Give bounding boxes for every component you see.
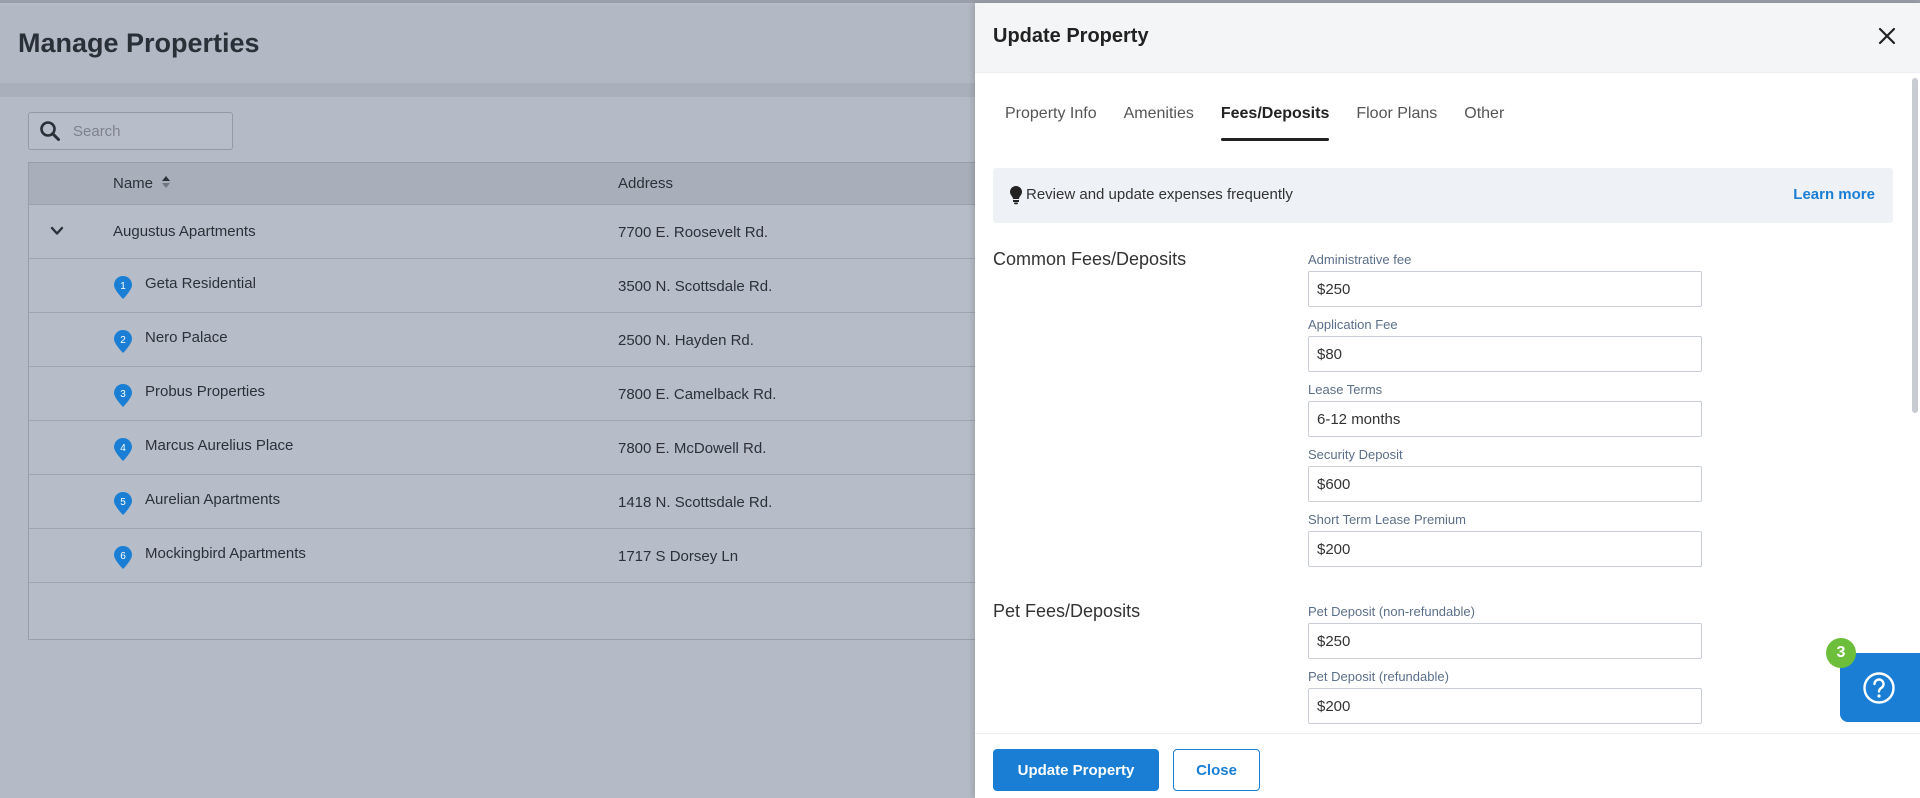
chevron-down-icon[interactable] [49,223,65,239]
close-icon[interactable] [1876,25,1898,47]
search-input[interactable] [73,122,223,140]
pin-number: 3 [120,389,126,400]
pin-number: 4 [120,443,126,454]
question-icon [1862,671,1896,705]
table-row[interactable]: 6 Mockingbird Apartments 1717 S Dorsey L… [29,529,1029,583]
row-address: 1717 S Dorsey Ln [618,548,739,565]
learn-more-link[interactable]: Learn more [1793,186,1875,203]
row-name: Augustus Apartments [113,223,256,240]
map-pin-icon: 1 [113,276,133,300]
drawer-tabs: Property Info Amenities Fees/Deposits Fl… [1005,105,1504,145]
table-row[interactable]: 1 Geta Residential 3500 N. Scottsdale Rd… [29,259,1029,313]
tab-fees-deposits[interactable]: Fees/Deposits [1220,105,1330,141]
notice-text: Review and update expenses frequently [1026,186,1293,203]
drawer-header: Update Property [975,3,1920,73]
column-header-address[interactable]: Address [618,175,673,192]
map-pin-icon: 2 [113,330,133,354]
map-pin-icon: 6 [113,546,133,570]
row-name: Geta Residential [145,275,256,292]
row-address: 7800 E. Camelback Rd. [618,386,777,403]
field-label: Administrative fee [1308,252,1412,267]
field-label: Short Term Lease Premium [1308,512,1466,527]
lightbulb-icon [1009,185,1023,205]
drawer-title: Update Property [993,25,1149,47]
tab-floor-plans[interactable]: Floor Plans [1356,105,1437,141]
row-name: Mockingbird Apartments [145,545,306,562]
table-header: Name Address [29,163,1027,205]
section-title-pet: Pet Fees/Deposits [993,601,1141,621]
help-button[interactable] [1840,653,1920,722]
pin-number: 2 [120,335,126,346]
row-address: 2500 N. Hayden Rd. [618,332,754,349]
tab-amenities[interactable]: Amenities [1124,105,1194,141]
application-fee-field[interactable] [1308,336,1702,372]
map-pin-icon: 5 [113,492,133,516]
field-label: Lease Terms [1308,382,1383,397]
table-row[interactable]: 4 Marcus Aurelius Place 7800 E. McDowell… [29,421,1029,475]
lease-terms-field[interactable] [1308,401,1702,437]
administrative-fee-field[interactable] [1308,271,1702,307]
map-pin-icon: 3 [113,384,133,408]
row-address: 3500 N. Scottsdale Rd. [618,278,773,295]
update-property-drawer: Update Property Property Info Amenities … [975,3,1920,798]
row-address: 7800 E. McDowell Rd. [618,440,767,457]
pin-number: 5 [120,497,126,508]
section-title-common: Common Fees/Deposits [993,249,1187,269]
pin-number: 1 [120,281,126,292]
notification-badge: 3 [1826,638,1856,668]
column-name-label: Name [113,175,154,192]
drawer-footer: Update Property Close [975,733,1920,798]
sort-icon[interactable] [161,175,171,193]
field-label: Security Deposit [1308,447,1403,462]
pet-deposit-refundable-field[interactable] [1308,688,1702,724]
info-notice: Review and update expenses frequently Le… [993,168,1893,223]
page-title: Manage Properties [18,28,260,58]
table-row-parent[interactable]: Augustus Apartments 7700 E. Roosevelt Rd… [29,205,1029,259]
table-row[interactable]: 2 Nero Palace 2500 N. Hayden Rd. [29,313,1029,367]
update-property-button[interactable]: Update Property [993,749,1159,791]
table-row[interactable]: 3 Probus Properties 7800 E. Camelback Rd… [29,367,1029,421]
security-deposit-field[interactable] [1308,466,1702,502]
column-header-name[interactable]: Name [113,175,171,193]
pin-number: 6 [120,551,126,562]
row-name: Aurelian Apartments [145,491,281,508]
drawer-scrollbar[interactable] [1912,78,1918,413]
row-address: 1418 N. Scottsdale Rd. [618,494,773,511]
tab-property-info[interactable]: Property Info [1005,105,1097,141]
search-icon [39,120,61,142]
close-button[interactable]: Close [1173,749,1260,791]
pet-deposit-nonrefundable-field[interactable] [1308,623,1702,659]
row-name: Probus Properties [145,383,266,400]
row-address: 7700 E. Roosevelt Rd. [618,224,769,241]
table-row[interactable]: 5 Aurelian Apartments 1418 N. Scottsdale… [29,475,1029,529]
map-pin-icon: 4 [113,438,133,462]
row-name: Nero Palace [145,329,228,346]
search-box[interactable] [28,112,233,150]
field-label: Pet Deposit (refundable) [1308,669,1449,684]
properties-table: Name Address Augustus Apartments 7700 E.… [28,162,1029,640]
tab-other[interactable]: Other [1464,105,1504,141]
field-label: Pet Deposit (non-refundable) [1308,604,1475,619]
short-term-lease-premium-field[interactable] [1308,531,1702,567]
field-label: Application Fee [1308,317,1398,332]
row-name: Marcus Aurelius Place [145,437,294,454]
